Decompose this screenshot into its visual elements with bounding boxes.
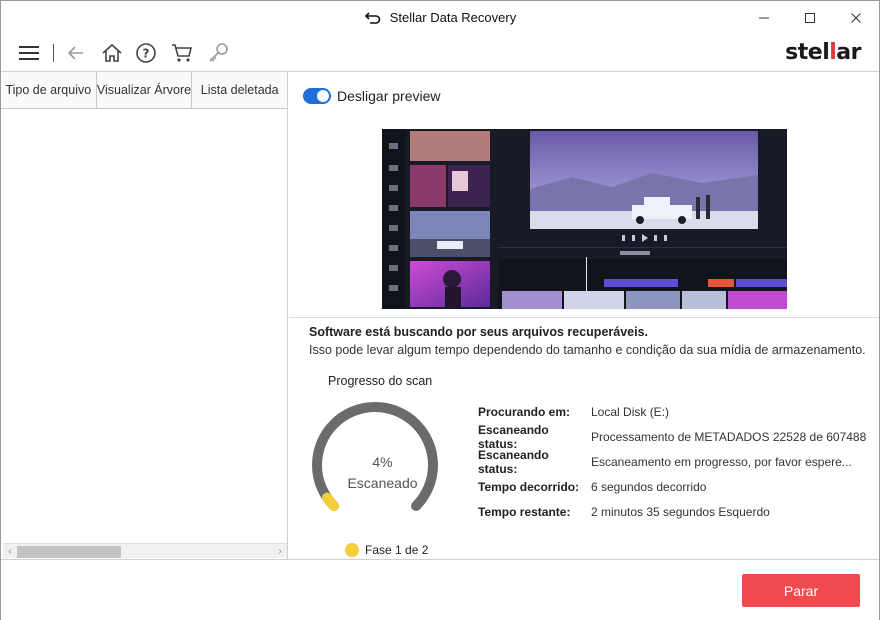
app-window: Stellar Data Recovery ? stellar Tipo de … (0, 0, 880, 620)
preview-toggle-row: Desligar preview (303, 88, 440, 104)
menu-icon (19, 45, 39, 60)
section-divider (289, 317, 879, 318)
status-row: Escaneando status: Escaneamento em progr… (478, 447, 866, 476)
tab-deleted-list[interactable]: Lista deletada (192, 72, 288, 108)
status-row: Tempo decorrido: 6 segundos decorrido (478, 474, 866, 499)
status-value: Local Disk (E:) (591, 404, 670, 419)
toolbar-separator (53, 43, 54, 62)
status-value: Processamento de METADADOS 22528 de 6074… (591, 429, 867, 444)
back-button[interactable] (64, 41, 88, 65)
scroll-right-icon[interactable]: › (273, 544, 287, 559)
right-panel: Desligar preview Software está buscando … (289, 72, 879, 560)
status-key: Tempo restante: (478, 504, 571, 519)
scan-message-title: Software está buscando por seus arquivos… (309, 325, 649, 339)
status-key: Procurando em: (478, 404, 571, 419)
preview-toggle-label: Desligar preview (337, 88, 441, 104)
scroll-track[interactable] (17, 545, 273, 558)
key-icon (209, 42, 228, 62)
status-key: Tempo decorrido: (478, 479, 580, 494)
preview-illustration (382, 129, 787, 309)
preview-image (382, 129, 787, 309)
svg-text:?: ? (143, 46, 150, 60)
scroll-left-icon[interactable]: ‹ (3, 544, 17, 559)
help-button[interactable]: ? (134, 41, 158, 65)
status-row: Procurando em: Local Disk (E:) (478, 399, 866, 424)
status-value: 6 segundos decorrido (591, 479, 707, 494)
scroll-thumb[interactable] (17, 545, 121, 558)
tab-file-type[interactable]: Tipo de arquivo (1, 72, 97, 108)
home-icon (102, 43, 122, 62)
toggle-knob (317, 90, 329, 102)
horizontal-scrollbar[interactable]: ‹ › (3, 543, 287, 558)
progress-title: Progresso do scan (328, 374, 433, 388)
status-row: Tempo restante: 2 minutos 35 segundos Es… (478, 499, 866, 524)
help-icon: ? (136, 42, 156, 63)
brand-logo: stellar (785, 40, 861, 65)
cart-button[interactable] (170, 41, 194, 65)
home-button[interactable] (100, 41, 124, 65)
minimize-icon (759, 17, 769, 18)
close-icon (851, 12, 861, 23)
status-value: 2 minutos 35 segundos Esquerdo (591, 504, 770, 519)
progress-percent: 4% (372, 454, 393, 470)
phase-dot-icon (345, 543, 359, 557)
status-row: Escaneando status: Processamento de META… (478, 422, 867, 451)
cart-icon (172, 43, 193, 62)
title-bar: Stellar Data Recovery (1, 1, 879, 34)
window-title: Stellar Data Recovery (389, 10, 517, 25)
status-key: Escaneando status: (478, 422, 549, 451)
phase-indicator: Fase 1 de 2 (345, 543, 428, 557)
status-key: Escaneando status: (478, 447, 549, 476)
scan-status-list: Procurando em: Local Disk (E:) Escaneand… (478, 399, 866, 524)
back-arrow-icon (67, 45, 83, 60)
minimize-button[interactable] (741, 1, 787, 34)
maximize-icon (805, 12, 815, 23)
menu-button[interactable] (17, 41, 41, 65)
bottom-bar: Parar (1, 559, 879, 620)
app-logo-icon (364, 11, 381, 24)
activation-button[interactable] (206, 41, 230, 65)
phase-text: Fase 1 de 2 (365, 543, 429, 557)
progress-label: Escaneado (347, 475, 418, 491)
close-button[interactable] (833, 1, 879, 34)
preview-toggle[interactable] (303, 88, 331, 104)
scan-message-detail: Isso pode levar algum tempo dependendo d… (309, 343, 866, 357)
view-tabs: Tipo de arquivo Visualizar Árvore Lista … (1, 72, 288, 109)
left-panel: Tipo de arquivo Visualizar Árvore Lista … (1, 72, 288, 560)
stop-button[interactable]: Parar (742, 574, 860, 607)
status-value: Escaneamento em progresso, por favor esp… (591, 454, 852, 469)
toolbar: ? stellar (1, 34, 879, 72)
maximize-button[interactable] (787, 1, 833, 34)
tab-tree-view[interactable]: Visualizar Árvore (96, 72, 193, 108)
